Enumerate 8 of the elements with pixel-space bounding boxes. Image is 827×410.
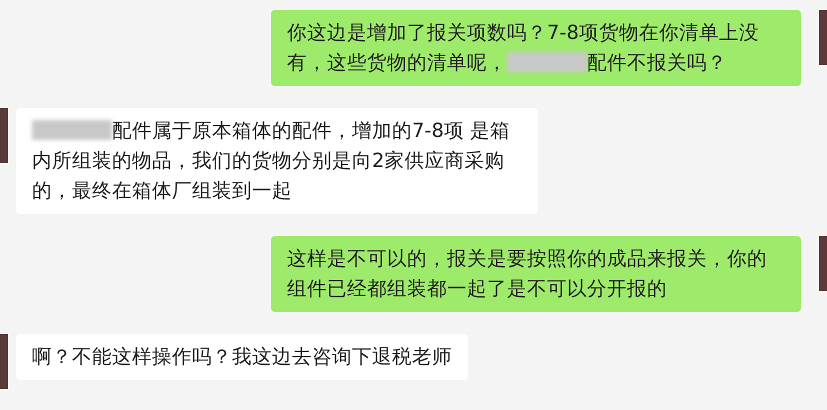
avatar-placeholder[interactable]	[0, 108, 8, 163]
avatar-placeholder[interactable]	[819, 236, 827, 291]
message-text: 配件属于原本箱体的配件，增加的7-8项 是箱内所组装的物品，我们的货物分别是向2家供应商采购的，最终在箱体厂组装到一起	[32, 118, 512, 204]
avatar-placeholder[interactable]	[0, 334, 8, 389]
message-text: 这样是不可以的，报关是要按照你的成品来报关，你的组件已经都组装都一起了是不可以分开报的	[287, 246, 768, 302]
message-text: 你这边是增加了报关项数吗？7-8项货物在你清单上没有，这些货物的清单呢， 配件不报关吗？	[287, 20, 760, 76]
message-text: 啊？不能这样操作吗？我这边去咨询下退税老师	[32, 344, 452, 370]
avatar-placeholder[interactable]	[819, 10, 827, 65]
